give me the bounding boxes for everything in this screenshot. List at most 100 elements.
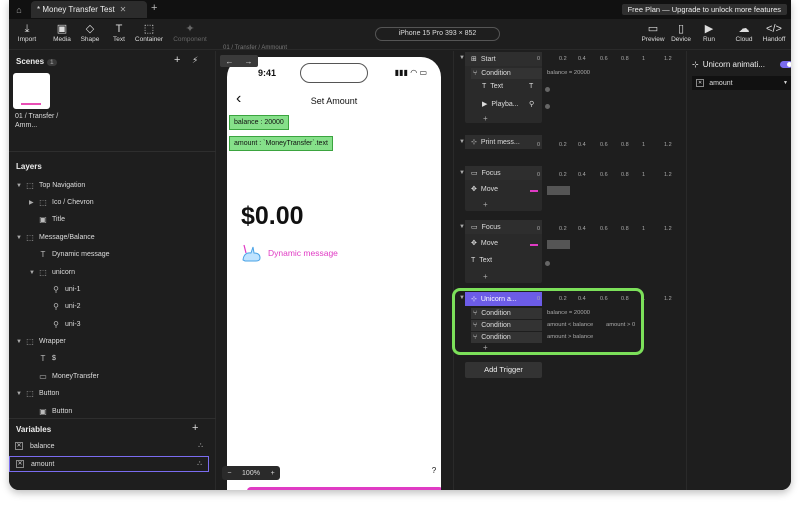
add-action-icon[interactable]: + bbox=[483, 272, 488, 281]
scene-thumbnail[interactable] bbox=[13, 73, 50, 109]
layer-dynamic-message[interactable]: T Dynamic message bbox=[29, 247, 110, 262]
move-duration-bar[interactable] bbox=[547, 186, 570, 195]
caret-down-icon[interactable]: ▼ bbox=[16, 183, 22, 189]
caret-right-icon[interactable]: ▶ bbox=[29, 199, 34, 206]
variable-select[interactable]: ✕ amount ▼ bbox=[692, 76, 791, 90]
timeline-tick: 1.2 bbox=[664, 172, 672, 178]
cloud-button[interactable]: ☁ Cloud bbox=[729, 23, 759, 43]
dynamic-message[interactable]: Dynamic message bbox=[268, 248, 338, 258]
import-icon: ⤓ bbox=[24, 23, 30, 35]
frame-icon: ⬚ bbox=[26, 389, 34, 398]
timeline-tick: 0.6 bbox=[600, 226, 608, 232]
shape-icon: ◇ bbox=[85, 23, 95, 35]
layer-top-navigation[interactable]: ▼ ⬚ Top Navigation bbox=[16, 178, 85, 193]
lock-icon[interactable]: ⛬ bbox=[198, 442, 203, 450]
variable-balance[interactable]: ✕ balance ⛬ bbox=[9, 438, 209, 454]
move-icon: ✥ bbox=[471, 240, 477, 247]
move-icon: ✥ bbox=[471, 186, 477, 193]
add-action-icon[interactable]: + bbox=[483, 200, 488, 209]
variable-amount[interactable]: ✕ amount ⛬ bbox=[9, 456, 209, 472]
arrow-left-icon[interactable]: ← bbox=[226, 57, 234, 66]
text-button[interactable]: T Text bbox=[104, 23, 134, 43]
layer-uni-1[interactable]: ⚲ uni-1 bbox=[42, 282, 81, 297]
layer-button-group[interactable]: ▼ ⬚ Button bbox=[16, 386, 59, 401]
layer-button[interactable]: ▣ Button bbox=[29, 404, 72, 419]
layer-wrapper[interactable]: ▼ ⬚ Wrapper bbox=[16, 334, 66, 349]
layer-money-transfer[interactable]: ▭ MoneyTransfer bbox=[29, 369, 99, 384]
caret-down-icon[interactable]: ▼ bbox=[16, 235, 22, 241]
add-action-icon[interactable]: + bbox=[483, 114, 488, 123]
layer-unicorn[interactable]: ▼ ⬚ unicorn bbox=[29, 265, 75, 280]
move-action-2[interactable]: ✥ Move bbox=[471, 239, 498, 248]
timeline-tick: 0.2 bbox=[559, 142, 567, 148]
layer-message-balance[interactable]: ▼ ⬚ Message/Balance bbox=[16, 230, 95, 245]
add-scene-icon[interactable]: + bbox=[174, 54, 180, 66]
amount-tag[interactable]: amount : `MoneyTransfer`.text bbox=[229, 136, 333, 151]
amount-display[interactable]: $0.00 bbox=[241, 202, 304, 231]
focus-trigger-2[interactable]: ▭ Focus bbox=[465, 220, 542, 234]
device-button[interactable]: ▯ Device bbox=[666, 23, 696, 43]
bottom-button[interactable] bbox=[247, 487, 441, 490]
unicorn-icon[interactable] bbox=[241, 243, 263, 263]
lock-icon[interactable]: ⛬ bbox=[197, 460, 202, 468]
scene-count-badge: 1 bbox=[47, 59, 57, 66]
canvas-nav-arrows[interactable]: ← → bbox=[220, 55, 258, 67]
text-action[interactable]: T Text bbox=[471, 257, 492, 264]
scene-label: 01 / Transfer / Amm... bbox=[15, 113, 59, 129]
move-marker bbox=[530, 244, 538, 246]
timeline-tick: 0 bbox=[537, 56, 541, 62]
action-text[interactable]: T Text bbox=[482, 83, 503, 90]
layer-dollar[interactable]: T $ bbox=[29, 351, 56, 366]
caret-down-icon[interactable]: ▼ bbox=[16, 339, 22, 345]
status-time: 9:41 bbox=[258, 68, 277, 78]
document-tab[interactable]: * Money Transfer Test ✕ bbox=[31, 1, 147, 18]
canvas[interactable]: 01 / Transfer / Ammount 9:41 ▮▮▮ ◠ ▭ ‹ S… bbox=[217, 45, 452, 490]
focus-trigger-1[interactable]: ▭ Focus bbox=[465, 166, 542, 180]
action-playback[interactable]: ▶ Playba... bbox=[482, 100, 519, 109]
import-button[interactable]: ⤓ Import bbox=[12, 23, 42, 43]
new-tab-icon[interactable]: + bbox=[151, 2, 157, 14]
home-icon[interactable]: ⌂ bbox=[12, 3, 26, 17]
keyframe-dot[interactable] bbox=[545, 87, 550, 92]
input-icon: ▭ bbox=[471, 170, 478, 177]
device-selector[interactable]: iPhone 15 Pro 393 × 852 bbox=[375, 27, 500, 41]
zoom-out-icon[interactable]: − bbox=[227, 470, 231, 477]
add-variable-icon[interactable]: + bbox=[192, 422, 198, 434]
keyframe-dot[interactable] bbox=[545, 261, 550, 266]
variable-type-icon: ✕ bbox=[16, 460, 24, 468]
help-button[interactable]: ? bbox=[427, 464, 441, 478]
start-trigger[interactable]: ⊞ Start bbox=[465, 52, 542, 66]
run-button[interactable]: ▶ Run bbox=[694, 23, 724, 43]
container-button[interactable]: ⬚ Container bbox=[132, 23, 166, 43]
frame-icon: ⬚ bbox=[39, 198, 47, 207]
timeline-tick: 1.2 bbox=[664, 142, 672, 148]
zoom-in-icon[interactable]: + bbox=[271, 470, 275, 477]
zoom-control[interactable]: − 100% + bbox=[222, 466, 280, 480]
balance-tag[interactable]: balance : 20000 bbox=[229, 115, 289, 130]
close-icon[interactable]: ✕ bbox=[120, 5, 127, 14]
print-message-trigger[interactable]: ⊹ Print mess... bbox=[465, 135, 542, 149]
add-trigger-button[interactable]: Add Trigger bbox=[465, 362, 542, 378]
wifi-icon: ◠ bbox=[410, 68, 418, 77]
caret-down-icon[interactable]: ▼ bbox=[16, 391, 22, 397]
move-action-1[interactable]: ✥ Move bbox=[471, 185, 498, 194]
phone-frame[interactable]: 9:41 ▮▮▮ ◠ ▭ ‹ Set Amount balance : 2000… bbox=[227, 57, 441, 490]
layer-ico-chevron[interactable]: ▶ ⬚ Ico / Chevron bbox=[29, 195, 94, 210]
start-condition[interactable]: ⑂ Condition bbox=[471, 68, 542, 79]
shape-button[interactable]: ◇ Shape bbox=[75, 23, 105, 43]
layer-title[interactable]: ▣ Title bbox=[29, 212, 65, 227]
keyframe-dot[interactable] bbox=[545, 104, 550, 109]
enable-toggle[interactable] bbox=[780, 61, 791, 68]
media-button[interactable]: ▣ Media bbox=[47, 23, 77, 43]
handoff-button[interactable]: </> Handoff bbox=[759, 23, 789, 43]
timeline-tick: 1.2 bbox=[664, 226, 672, 232]
lightning-icon[interactable]: ⚡ bbox=[192, 55, 198, 66]
preview-button[interactable]: ▭ Preview bbox=[638, 23, 668, 43]
upgrade-banner[interactable]: Free Plan — Upgrade to unlock more featu… bbox=[621, 4, 787, 15]
layer-uni-3[interactable]: ⚲ uni-3 bbox=[42, 317, 81, 332]
component-button[interactable]: ✦ Component bbox=[172, 23, 208, 43]
move-duration-bar[interactable] bbox=[547, 240, 570, 249]
caret-down-icon[interactable]: ▼ bbox=[29, 270, 35, 276]
arrow-right-icon[interactable]: → bbox=[245, 57, 253, 66]
layer-uni-2[interactable]: ⚲ uni-2 bbox=[42, 299, 81, 314]
